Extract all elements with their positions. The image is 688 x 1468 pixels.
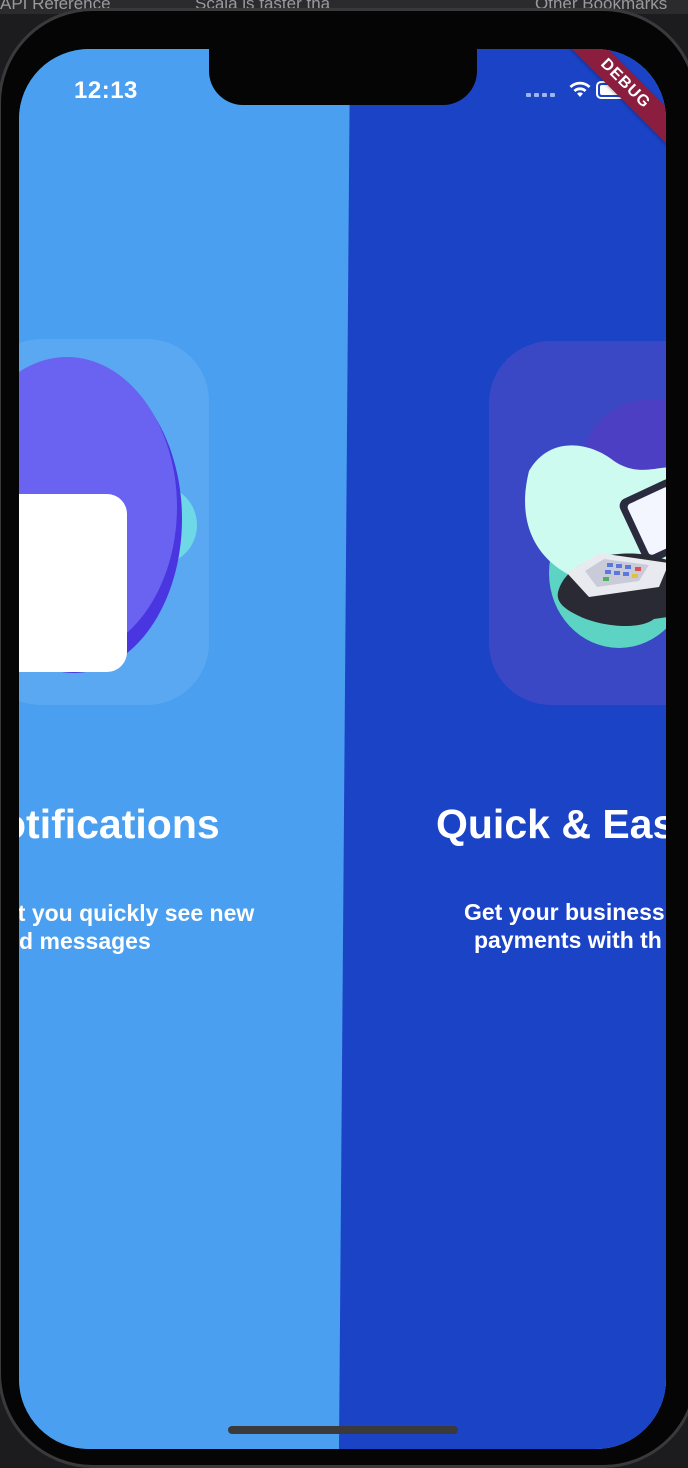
page-description: et you quickly see new nd messages (19, 900, 255, 954)
page-title: otifications (19, 801, 220, 847)
payment-terminal-illustration (489, 341, 666, 705)
cellular-signal-icon (526, 93, 556, 97)
device-notch (209, 49, 477, 105)
notification-illustration (19, 339, 209, 705)
phone-frame: otifications et you quickly see new nd m… (0, 8, 688, 1468)
page-description: Get your business payments with th (464, 899, 665, 953)
home-indicator[interactable] (228, 1426, 458, 1434)
page-title: Quick & Eas (436, 801, 666, 847)
wifi-icon (569, 81, 591, 97)
app-screen: otifications et you quickly see new nd m… (19, 49, 666, 1449)
status-time: 12:13 (74, 77, 138, 104)
